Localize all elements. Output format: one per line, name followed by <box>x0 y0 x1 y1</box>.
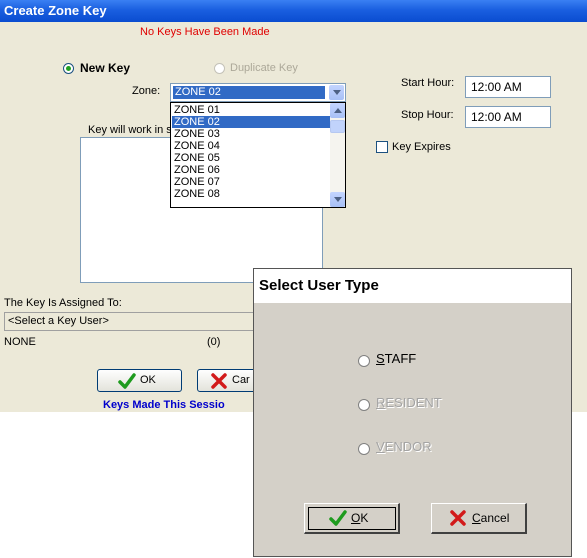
ok-button-label: OK <box>140 374 156 386</box>
select-user-type-dialog: Select User Type STAFF RESIDENT VENDOR O… <box>253 268 572 557</box>
zone-option[interactable]: ZONE 06 <box>172 164 334 176</box>
dialog-cancel-label: Cancel <box>472 511 510 525</box>
zone-label: Zone: <box>132 85 161 97</box>
duplicate-key-radio[interactable] <box>214 63 225 74</box>
key-will-work-label: Key will work in s <box>88 124 172 136</box>
scroll-down-arrow-icon[interactable] <box>330 192 345 207</box>
staff-label[interactable]: STAFF <box>376 351 416 366</box>
resident-label: RESIDENT <box>376 395 442 410</box>
scroll-up-arrow-icon[interactable] <box>330 103 345 118</box>
zone-option[interactable]: ZONE 01 <box>172 104 334 116</box>
duplicate-key-label: Duplicate Key <box>230 62 298 74</box>
checkmark-icon <box>329 510 347 526</box>
dialog-ok-label: OK <box>351 511 369 525</box>
checkmark-icon <box>118 373 136 389</box>
zone-selected-value: ZONE 02 <box>173 86 325 99</box>
key-expires-checkbox[interactable] <box>376 141 388 153</box>
dialog-title: Select User Type <box>254 269 571 303</box>
cross-icon <box>450 510 466 526</box>
key-expires-label: Key Expires <box>392 141 451 153</box>
zone-option[interactable]: ZONE 05 <box>172 152 334 164</box>
new-key-label[interactable]: New Key <box>80 61 130 75</box>
scroll-thumb[interactable] <box>330 120 345 133</box>
ok-button[interactable]: OK <box>97 369 182 392</box>
assigned-user-value: NONE <box>4 336 36 348</box>
dialog-cancel-button[interactable]: Cancel <box>431 503 527 534</box>
zone-dropdown-list[interactable]: ZONE 01 ZONE 02 ZONE 03 ZONE 04 ZONE 05 … <box>170 102 346 208</box>
staff-radio[interactable] <box>358 355 370 367</box>
assigned-count: (0) <box>207 336 221 348</box>
zone-option[interactable]: ZONE 07 <box>172 176 334 188</box>
zone-select[interactable]: ZONE 02 <box>170 83 346 102</box>
vendor-label: VENDOR <box>376 439 432 454</box>
zone-option-selected[interactable]: ZONE 02 <box>172 116 334 128</box>
resident-radio[interactable] <box>358 399 370 411</box>
dialog-body: STAFF RESIDENT VENDOR OK Cancel <box>254 303 571 556</box>
new-key-radio[interactable] <box>63 63 74 74</box>
zone-option[interactable]: ZONE 03 <box>172 128 334 140</box>
dropdown-scrollbar[interactable] <box>330 103 345 207</box>
assigned-to-label: The Key Is Assigned To: <box>4 297 122 309</box>
zone-option[interactable]: ZONE 04 <box>172 140 334 152</box>
window-title: Create Zone Key <box>0 0 587 22</box>
chevron-down-icon[interactable] <box>329 85 344 100</box>
no-keys-warning: No Keys Have Been Made <box>140 26 270 38</box>
keys-made-session-label: Keys Made This Sessio <box>103 399 225 411</box>
start-hour-input[interactable]: 12:00 AM <box>465 76 551 98</box>
zone-option[interactable]: ZONE 08 <box>172 188 334 200</box>
start-hour-label: Start Hour: <box>401 77 455 89</box>
cancel-button-label: Car <box>232 374 250 386</box>
vendor-radio[interactable] <box>358 443 370 455</box>
dialog-ok-button[interactable]: OK <box>304 503 400 534</box>
stop-hour-label: Stop Hour: <box>401 109 454 121</box>
stop-hour-input[interactable]: 12:00 AM <box>465 106 551 128</box>
cross-icon <box>211 373 227 389</box>
select-key-user-field[interactable]: <Select a Key User> <box>4 312 256 331</box>
